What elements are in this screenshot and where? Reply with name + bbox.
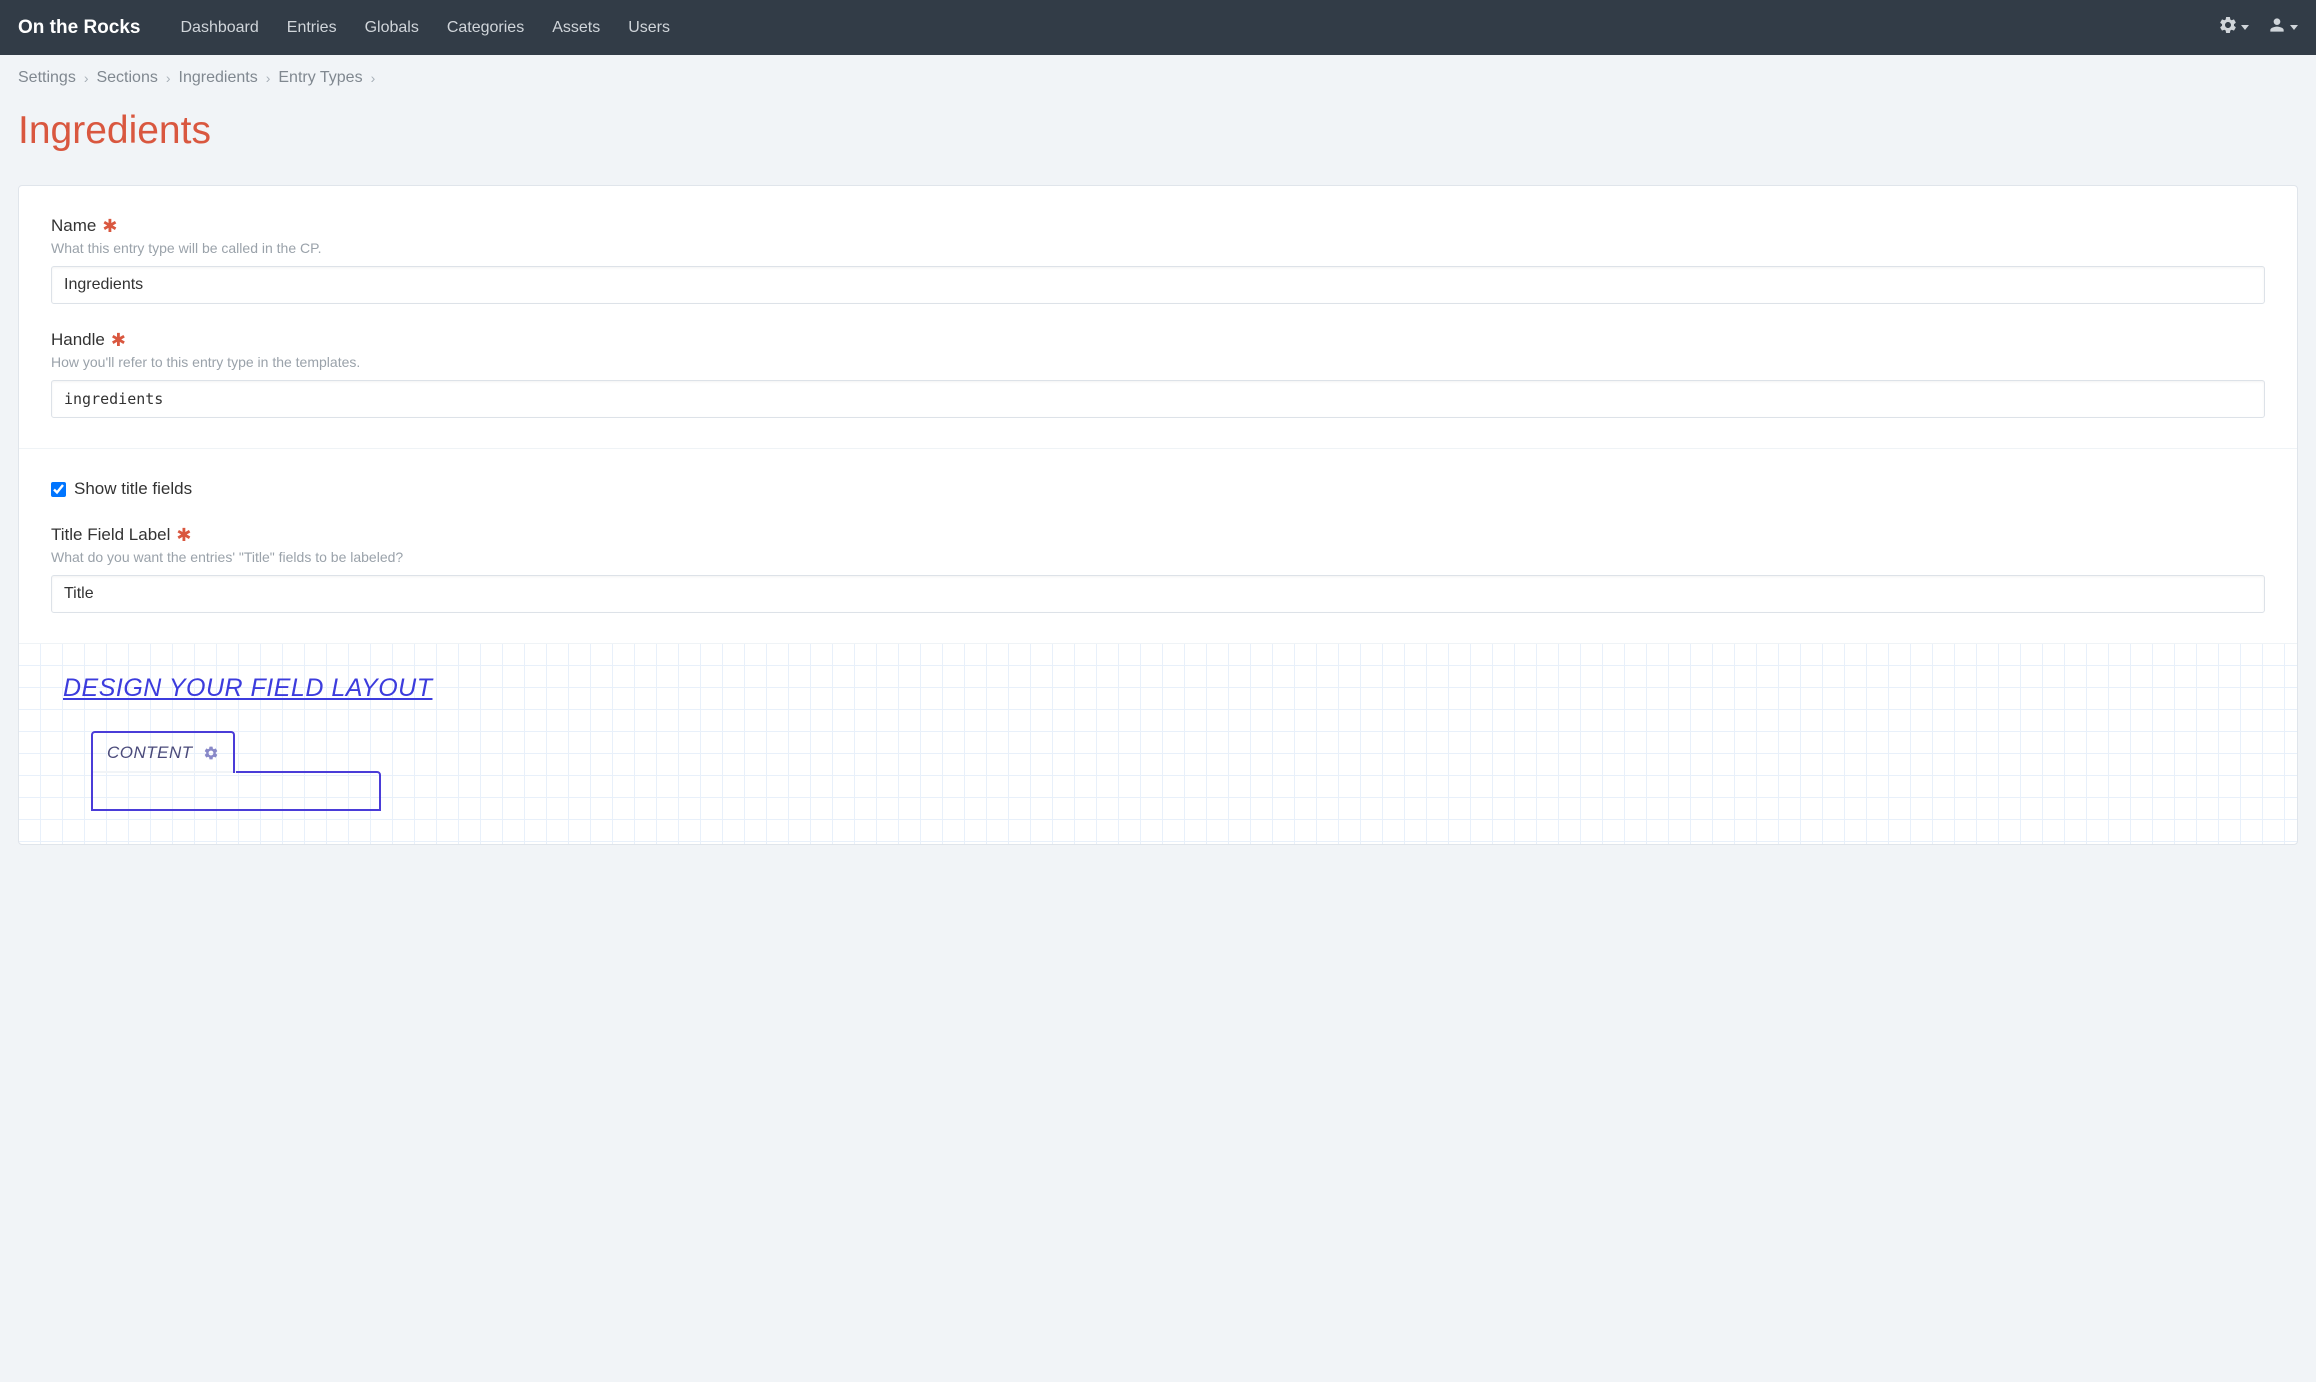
handle-input[interactable]: [51, 380, 2265, 418]
breadcrumb-sections[interactable]: Sections: [96, 69, 157, 87]
nav-globals[interactable]: Globals: [365, 19, 419, 37]
layout-tab-body[interactable]: [91, 771, 381, 811]
show-title-fields-label[interactable]: Show title fields: [74, 479, 192, 499]
settings-menu[interactable]: [2218, 15, 2249, 40]
field-handle: Handle ✱ How you'll refer to this entry …: [51, 330, 2265, 418]
field-name-help: What this entry type will be called in t…: [51, 240, 2265, 256]
layout-designer-title: DESIGN YOUR FIELD LAYOUT: [63, 674, 2265, 703]
required-icon: ✱: [176, 526, 191, 544]
breadcrumb-entry-types[interactable]: Entry Types: [278, 69, 362, 87]
breadcrumb-ingredients[interactable]: Ingredients: [179, 69, 258, 87]
page-title: Ingredients: [0, 101, 2316, 185]
field-name: Name ✱ What this entry type will be call…: [51, 216, 2265, 304]
breadcrumb-separator: ›: [371, 70, 376, 86]
main-header: On the Rocks Dashboard Entries Globals C…: [0, 0, 2316, 55]
field-layout-designer: DESIGN YOUR FIELD LAYOUT CONTENT: [19, 644, 2297, 844]
header-right: [2218, 15, 2298, 40]
main-nav: Dashboard Entries Globals Categories Ass…: [180, 19, 670, 37]
field-handle-label: Handle ✱: [51, 330, 2265, 350]
field-title-label-help: What do you want the entries' "Title" fi…: [51, 549, 2265, 565]
field-title-label-label: Title Field Label ✱: [51, 525, 2265, 545]
caret-down-icon: [2241, 25, 2249, 30]
layout-tab-header[interactable]: CONTENT: [91, 731, 235, 773]
show-title-fields-wrapper: Show title fields: [51, 479, 2265, 499]
field-handle-help: How you'll refer to this entry type in t…: [51, 354, 2265, 370]
field-title-label: Title Field Label ✱ What do you want the…: [51, 525, 2265, 613]
show-title-fields-checkbox[interactable]: [51, 482, 66, 497]
breadcrumb-separator: ›: [84, 70, 89, 86]
user-icon: [2267, 15, 2287, 40]
layout-tab-container: CONTENT: [91, 731, 2265, 811]
required-icon: ✱: [111, 331, 126, 349]
panel-section-title: Show title fields Title Field Label ✱ Wh…: [19, 449, 2297, 644]
user-menu[interactable]: [2267, 15, 2298, 40]
nav-dashboard[interactable]: Dashboard: [180, 19, 258, 37]
breadcrumb-settings[interactable]: Settings: [18, 69, 76, 87]
nav-categories[interactable]: Categories: [447, 19, 524, 37]
panel-section-basic: Name ✱ What this entry type will be call…: [19, 186, 2297, 449]
field-name-label: Name ✱: [51, 216, 2265, 236]
breadcrumb-separator: ›: [266, 70, 271, 86]
required-icon: ✱: [102, 217, 117, 235]
title-field-label-input[interactable]: [51, 575, 2265, 613]
main-panel: Name ✱ What this entry type will be call…: [18, 185, 2298, 845]
layout-tab-label: CONTENT: [107, 743, 193, 763]
header-left: On the Rocks Dashboard Entries Globals C…: [18, 17, 670, 39]
breadcrumb-separator: ›: [166, 70, 171, 86]
gear-icon[interactable]: [203, 745, 219, 761]
caret-down-icon: [2290, 25, 2298, 30]
nav-assets[interactable]: Assets: [552, 19, 600, 37]
breadcrumbs: Settings › Sections › Ingredients › Entr…: [0, 55, 2316, 101]
nav-users[interactable]: Users: [628, 19, 670, 37]
nav-entries[interactable]: Entries: [287, 19, 337, 37]
gear-icon: [2218, 15, 2238, 40]
name-input[interactable]: [51, 266, 2265, 304]
site-name[interactable]: On the Rocks: [18, 17, 140, 39]
